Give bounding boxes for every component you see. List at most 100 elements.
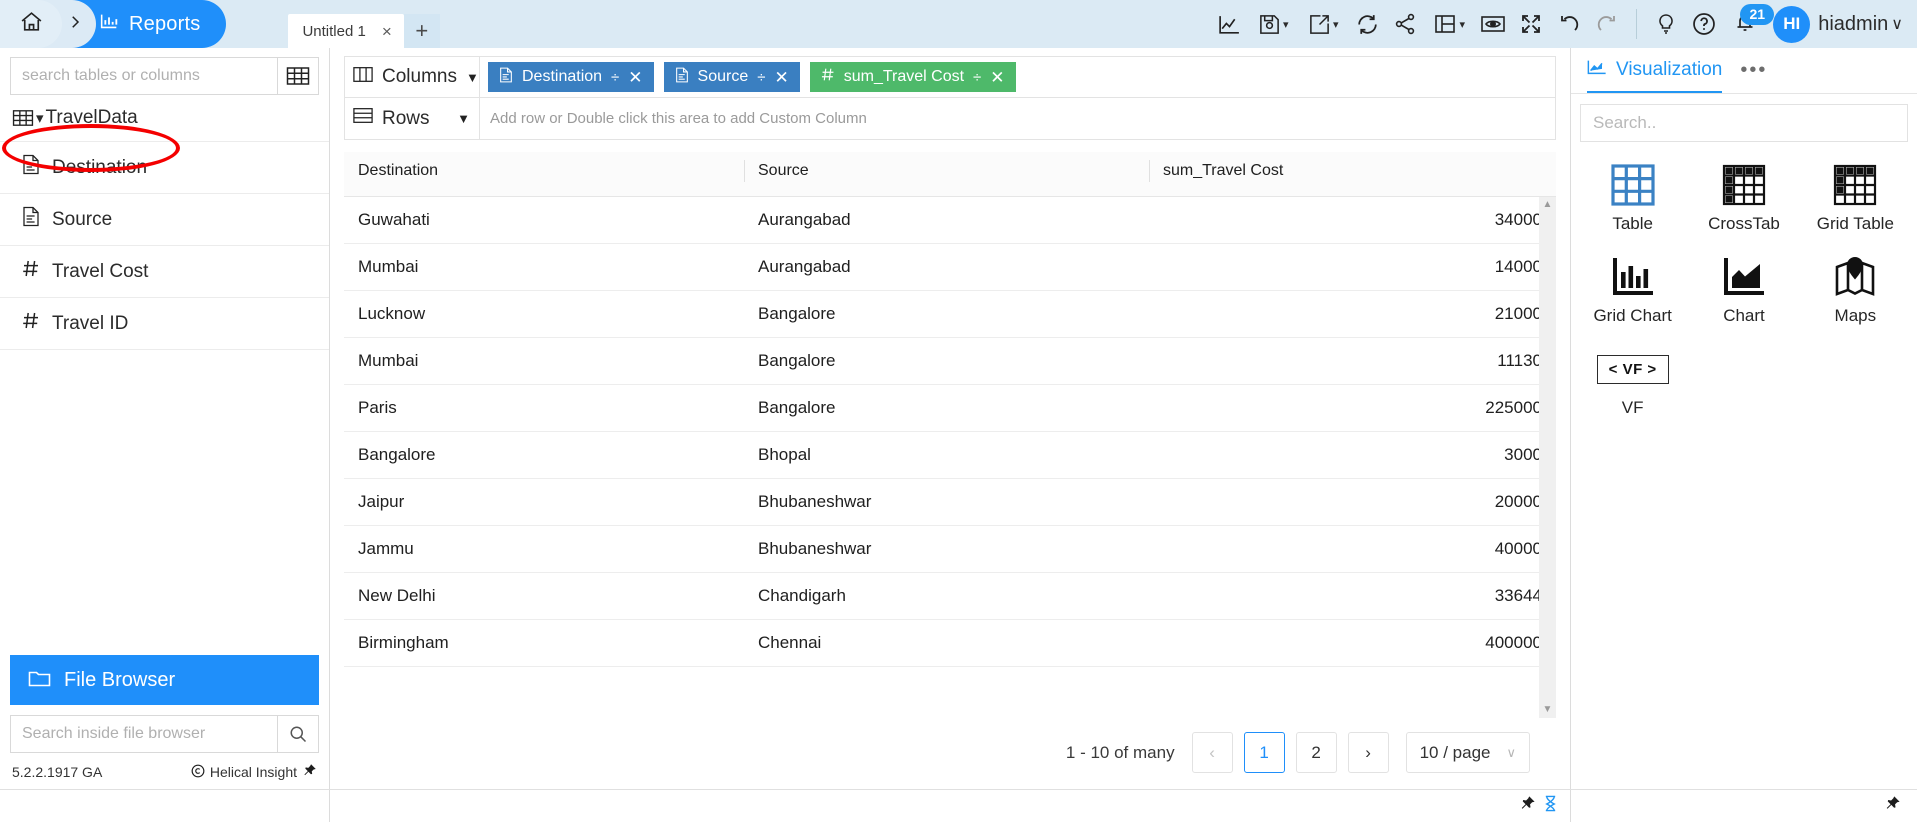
fullscreen-icon[interactable] xyxy=(1512,0,1550,48)
cell-destination: Mumbai xyxy=(344,337,744,385)
vf-viz-icon: < VF > xyxy=(1596,346,1669,392)
scroll-up-icon[interactable]: ▲ xyxy=(1543,200,1553,210)
chip-destination[interactable]: Destination ÷ ✕ xyxy=(488,62,654,92)
page-size-select[interactable]: 10 / page ∨ xyxy=(1405,732,1530,773)
avatar[interactable]: HI xyxy=(1773,5,1811,43)
pin-icon[interactable] xyxy=(1884,795,1901,817)
table-row[interactable]: Paris Bangalore 225000 xyxy=(344,384,1556,432)
cell-sum-travel-cost: 400000 xyxy=(1149,619,1556,667)
table-row[interactable]: Mumbai Bangalore 11130 xyxy=(344,337,1556,385)
pagination-page-1[interactable]: 1 xyxy=(1243,732,1285,773)
viz-option-label: Table xyxy=(1612,214,1653,233)
chip-source[interactable]: Source ÷ ✕ xyxy=(663,62,800,92)
sidebar-column-travel-id[interactable]: Travel ID xyxy=(0,298,329,350)
viz-option-grid-table[interactable]: Grid Table xyxy=(1800,156,1911,242)
table-row[interactable]: Birmingham Chennai 400000 xyxy=(344,619,1556,667)
right-panel-more-button[interactable]: ••• xyxy=(1740,59,1767,92)
shelves: Columns ▼ Destination ÷ ✕ Source ÷ ✕ sum… xyxy=(330,48,1570,140)
close-icon[interactable]: ✕ xyxy=(990,69,1004,86)
layout-icon[interactable]: ▾ xyxy=(1424,0,1474,48)
share-icon[interactable] xyxy=(1386,0,1424,48)
breadcrumb-reports-label: Reports xyxy=(129,12,201,35)
user-menu[interactable]: hiadmin ∨ xyxy=(1818,13,1903,36)
application-root: Reports Untitled 1 × + ▾ ▾ ▾ 21 HI hiadm… xyxy=(0,0,1917,822)
sidebar-column-source[interactable]: Source xyxy=(0,194,329,246)
preview-eye-icon[interactable] xyxy=(1474,0,1512,48)
chip-label: Destination xyxy=(522,68,603,85)
sidebar-table-label: TravelData xyxy=(45,107,138,128)
sort-icon[interactable]: ÷ xyxy=(757,70,765,85)
help-circle-icon[interactable] xyxy=(1685,0,1723,48)
column-header-destination[interactable]: Destination xyxy=(344,152,744,197)
file-browser-search-input[interactable] xyxy=(10,715,277,753)
rows-shelf-label-group[interactable]: Rows ▼ xyxy=(345,98,480,139)
sidebar-table-traveldata[interactable]: ▾ TravelData xyxy=(0,95,329,142)
table-row[interactable]: New Delhi Chandigarh 33644 xyxy=(344,572,1556,620)
viz-option-grid-chart[interactable]: Grid Chart xyxy=(1577,248,1688,334)
column-header-source[interactable]: Source xyxy=(744,152,1149,197)
chevron-right-icon xyxy=(66,13,84,36)
brand-label: Helical Insight xyxy=(209,764,297,780)
chevron-down-icon[interactable]: ▼ xyxy=(457,111,470,126)
visualization-search-input[interactable] xyxy=(1580,104,1908,142)
redo-icon[interactable] xyxy=(1588,0,1626,48)
pagination-page-2[interactable]: 2 xyxy=(1295,732,1337,773)
viz-option-vf[interactable]: < VF > VF xyxy=(1577,340,1688,426)
rows-shelf-items[interactable]: Add row or Double click this area to add… xyxy=(480,98,1555,139)
cell-source: Bangalore xyxy=(744,337,1149,385)
search-icon[interactable] xyxy=(277,715,319,753)
table-vertical-scrollbar[interactable]: ▲ ▼ xyxy=(1539,197,1556,718)
tab-visualization[interactable]: Visualization xyxy=(1587,58,1723,93)
data-table-scroll-container: Guwahati Aurangabad 34000 Mumbai Auranga… xyxy=(344,197,1556,718)
cell-source: Bhubaneshwar xyxy=(744,525,1149,573)
cell-destination: Birmingham xyxy=(344,619,744,667)
viz-option-chart[interactable]: Chart xyxy=(1688,248,1799,334)
add-tab-button[interactable]: + xyxy=(403,14,440,48)
export-icon[interactable]: ▾ xyxy=(1298,0,1348,48)
home-icon xyxy=(19,9,44,39)
cell-source: Bhubaneshwar xyxy=(744,478,1149,526)
chip-sum-travel-cost[interactable]: sum_Travel Cost ÷ ✕ xyxy=(809,62,1016,92)
sort-icon[interactable]: ÷ xyxy=(611,70,619,85)
sort-icon[interactable]: ÷ xyxy=(973,70,981,85)
pin-icon[interactable] xyxy=(1519,795,1536,817)
document-tab[interactable]: Untitled 1 × xyxy=(288,14,404,48)
table-row[interactable]: Lucknow Bangalore 21000 xyxy=(344,290,1556,338)
pin-icon[interactable] xyxy=(302,763,317,781)
viz-option-crosstab[interactable]: CrossTab xyxy=(1688,156,1799,242)
sidebar-column-travel-cost[interactable]: Travel Cost xyxy=(0,246,329,298)
refresh-icon[interactable] xyxy=(1348,0,1386,48)
table-grid-icon[interactable] xyxy=(277,57,319,95)
cell-sum-travel-cost: 14000 xyxy=(1149,243,1556,291)
viz-option-table[interactable]: Table xyxy=(1577,156,1688,242)
column-header-sum-travel-cost[interactable]: sum_Travel Cost xyxy=(1149,152,1556,197)
viz-option-label: Chart xyxy=(1723,306,1765,325)
file-browser-button[interactable]: File Browser xyxy=(10,655,319,705)
sidebar-column-destination[interactable]: Destination xyxy=(0,142,329,194)
cell-sum-travel-cost: 33644 xyxy=(1149,572,1556,620)
pagination-prev-button[interactable]: ‹ xyxy=(1191,732,1233,773)
table-row[interactable]: Bangalore Bhopal 3000 xyxy=(344,431,1556,479)
undo-icon[interactable] xyxy=(1550,0,1588,48)
columns-shelf-label: Columns xyxy=(382,66,457,87)
table-row[interactable]: Jaipur Bhubaneshwar 20000 xyxy=(344,478,1556,526)
table-row[interactable]: Jammu Bhubaneshwar 40000 xyxy=(344,525,1556,573)
columns-shelf-label-group[interactable]: Columns ▼ xyxy=(345,57,480,97)
table-row[interactable]: Mumbai Aurangabad 14000 xyxy=(344,243,1556,291)
chevron-down-icon[interactable]: ▾ xyxy=(36,109,44,127)
save-icon[interactable]: ▾ xyxy=(1248,0,1298,48)
home-button[interactable] xyxy=(0,0,62,48)
line-chart-icon[interactable] xyxy=(1210,0,1248,48)
close-icon[interactable]: × xyxy=(382,23,392,40)
chevron-down-icon[interactable]: ▼ xyxy=(466,70,479,85)
scroll-down-icon[interactable]: ▼ xyxy=(1543,705,1553,715)
table-row[interactable]: Guwahati Aurangabad 34000 xyxy=(344,197,1556,244)
chart-icon xyxy=(1587,58,1607,82)
notifications-button[interactable]: 21 xyxy=(1723,0,1775,48)
close-icon[interactable]: ✕ xyxy=(774,69,788,86)
close-icon[interactable]: ✕ xyxy=(628,69,642,86)
pagination-next-button[interactable]: › xyxy=(1347,732,1389,773)
lightbulb-icon[interactable] xyxy=(1647,0,1685,48)
search-tables-input[interactable] xyxy=(10,57,277,95)
viz-option-maps[interactable]: Maps xyxy=(1800,248,1911,334)
